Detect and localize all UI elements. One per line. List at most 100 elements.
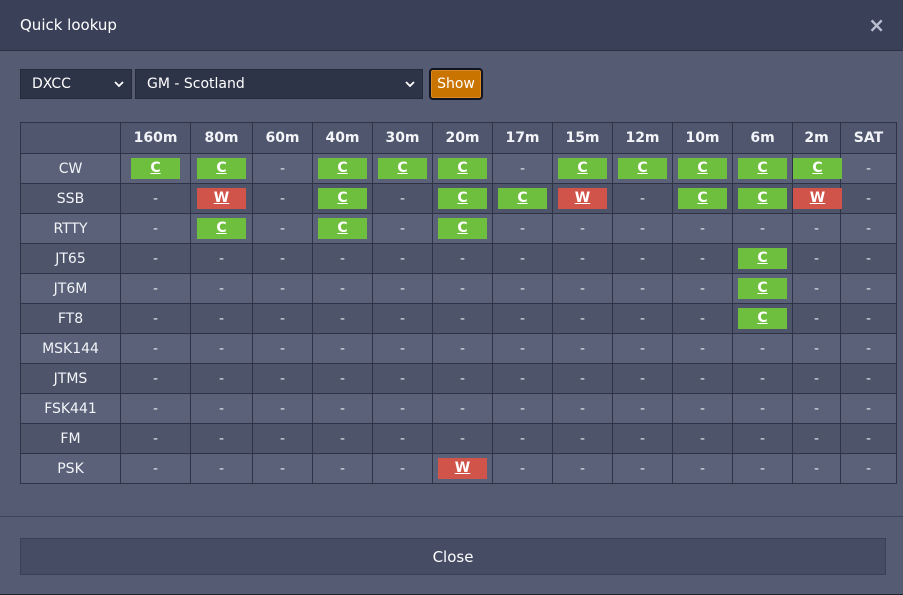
confirmed-badge[interactable]: C (678, 188, 727, 209)
status-cell: - (792, 213, 841, 244)
mode-label: JT6M (20, 273, 121, 304)
band-header: 15m (552, 122, 613, 154)
status-cell: - (792, 393, 841, 424)
status-cell: - (492, 453, 553, 484)
worked-badge[interactable]: W (793, 188, 842, 209)
status-cell: - (120, 273, 191, 304)
lookup-type-select[interactable]: DXCC (20, 69, 132, 99)
status-cell: - (492, 213, 553, 244)
status-cell: - (612, 303, 673, 334)
status-cell: - (672, 393, 733, 424)
lookup-value-select[interactable]: GM - Scotland (135, 69, 423, 99)
status-cell: C (312, 183, 373, 214)
status-cell: W (552, 183, 613, 214)
close-button[interactable]: Close (20, 538, 886, 575)
status-cell: C (672, 153, 733, 184)
status-cell: C (312, 153, 373, 184)
status-cell: - (252, 213, 313, 244)
table-row: JT6M - - - - - - - - - - C - - (20, 273, 897, 304)
status-cell: - (492, 243, 553, 274)
show-button[interactable]: Show (429, 68, 483, 100)
table-body: CW C C - C C C - C C C C C - SSB - W - C - C C W - C C W - RTTY - C - C -… (20, 153, 897, 484)
status-cell: - (552, 333, 613, 364)
table-row: PSK - - - - - W - - - - - - - (20, 453, 897, 484)
confirmed-badge[interactable]: C (318, 158, 367, 179)
modal-footer: Close (0, 516, 903, 595)
confirmed-badge[interactable]: C (738, 248, 787, 269)
status-cell: - (252, 333, 313, 364)
confirmed-badge[interactable]: C (738, 308, 787, 329)
status-cell: - (792, 423, 841, 454)
status-cell: - (492, 363, 553, 394)
confirmed-badge[interactable]: C (438, 158, 487, 179)
status-cell: - (190, 303, 253, 334)
status-cell: - (732, 333, 793, 364)
mode-label: RTTY (20, 213, 121, 244)
status-cell: W (792, 183, 842, 214)
status-cell: - (252, 423, 313, 454)
confirmed-badge[interactable]: C (318, 188, 367, 209)
confirmed-badge[interactable]: C (438, 218, 487, 239)
status-cell: - (840, 453, 897, 484)
confirmed-badge[interactable]: C (131, 158, 180, 179)
confirmed-badge[interactable]: C (318, 218, 367, 239)
status-cell: - (312, 423, 373, 454)
status-cell: - (612, 423, 673, 454)
confirmed-badge[interactable]: C (378, 158, 427, 179)
confirmed-badge[interactable]: C (558, 158, 607, 179)
mode-label: MSK144 (20, 333, 121, 364)
modal-header: Quick lookup × (0, 0, 903, 51)
modal-title: Quick lookup (20, 16, 117, 34)
status-cell: - (672, 333, 733, 364)
confirmed-badge[interactable]: C (618, 158, 667, 179)
confirmed-badge[interactable]: C (498, 188, 547, 209)
worked-badge[interactable]: W (558, 188, 607, 209)
status-cell: - (732, 453, 793, 484)
status-cell: - (190, 363, 253, 394)
status-cell: W (190, 183, 253, 214)
band-header: SAT (840, 122, 897, 154)
confirmed-badge[interactable]: C (738, 188, 787, 209)
status-cell: - (612, 393, 673, 424)
close-icon[interactable]: × (868, 15, 885, 35)
status-cell: - (312, 303, 373, 334)
status-cell: C (672, 183, 733, 214)
band-header: 60m (252, 122, 313, 154)
table-row: MSK144- - - - - - - - - - - - - (20, 333, 897, 364)
confirmed-badge[interactable]: C (678, 158, 727, 179)
confirmed-badge[interactable]: C (738, 158, 787, 179)
status-cell: - (312, 453, 373, 484)
band-header: 10m (672, 122, 733, 154)
status-cell: - (432, 393, 493, 424)
confirmed-badge[interactable]: C (197, 218, 246, 239)
table-row: CW C C - C C C - C C C C C - (20, 153, 897, 184)
status-cell: - (372, 393, 433, 424)
status-cell: - (672, 453, 733, 484)
confirmed-badge[interactable]: C (438, 188, 487, 209)
status-cell: - (432, 423, 493, 454)
status-cell: - (552, 453, 613, 484)
status-cell: - (840, 333, 897, 364)
status-cell: - (552, 393, 613, 424)
status-cell: - (732, 423, 793, 454)
status-cell: - (190, 423, 253, 454)
worked-badge[interactable]: W (438, 458, 487, 479)
status-cell: - (552, 213, 613, 244)
status-cell: - (672, 363, 733, 394)
status-cell: - (840, 153, 897, 184)
confirmed-badge[interactable]: C (793, 158, 842, 179)
table-row: JTMS - - - - - - - - - - - - - (20, 363, 897, 394)
band-header: 20m (432, 122, 493, 154)
confirmed-badge[interactable]: C (738, 278, 787, 299)
status-cell: - (492, 273, 553, 304)
mode-label: FT8 (20, 303, 121, 334)
status-cell: - (312, 243, 373, 274)
confirmed-badge[interactable]: C (197, 158, 246, 179)
worked-badge[interactable]: W (197, 188, 246, 209)
status-cell: - (840, 303, 897, 334)
status-cell: C (372, 153, 433, 184)
status-cell: - (190, 273, 253, 304)
table-row: JT65- - - - - - - - - - C - - (20, 243, 897, 274)
status-cell: - (120, 183, 191, 214)
status-cell: - (120, 213, 191, 244)
